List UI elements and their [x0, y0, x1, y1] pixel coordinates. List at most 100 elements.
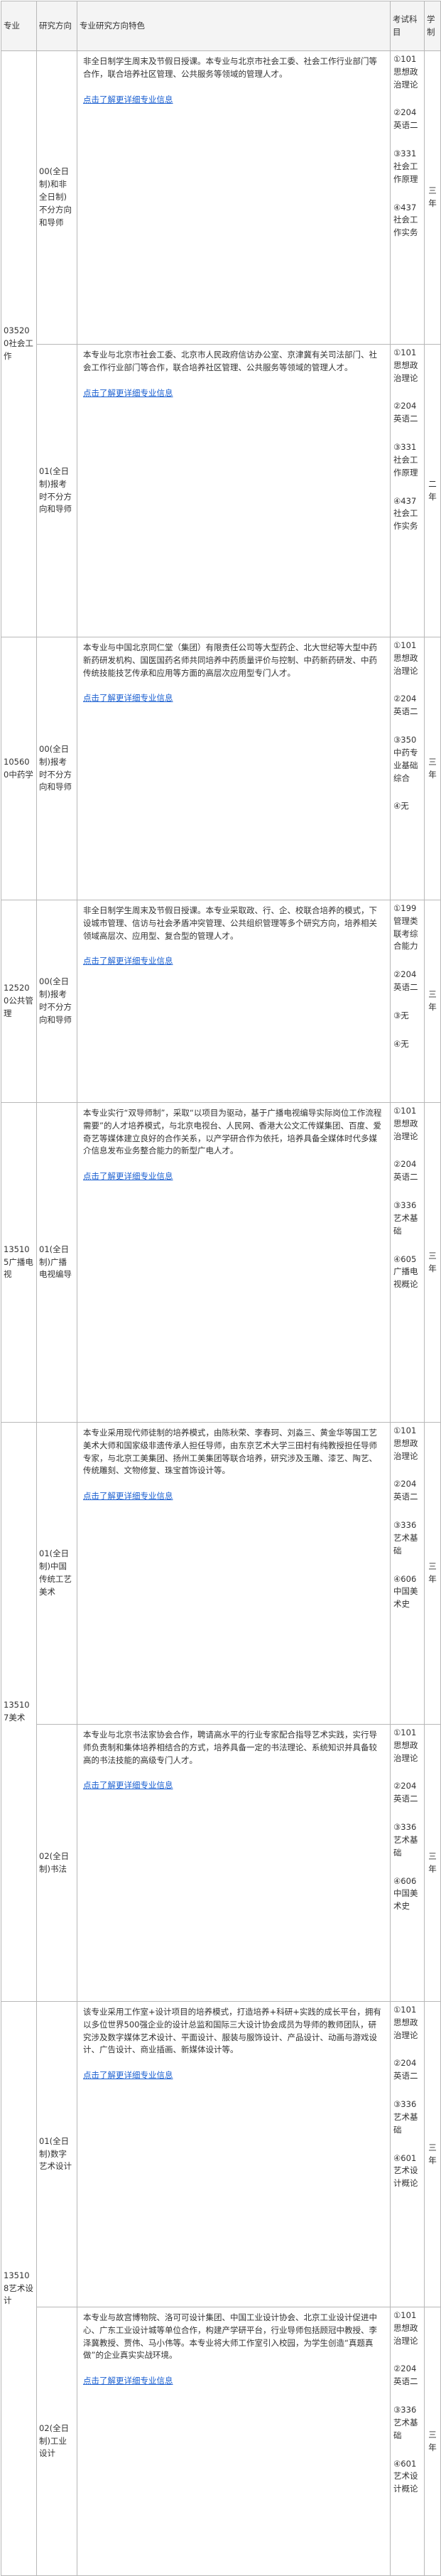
table-row: 135108艺术设计 01(全日制)数字艺术设计 该专业采用工作室+设计项目的培… [1, 2001, 441, 2576]
more-info-link[interactable]: 点击了解更详细专业信息 [83, 1780, 173, 1790]
more-info-link[interactable]: 点击了解更详细专业信息 [83, 2070, 173, 2080]
subjects-cell: ①101思想政治理论 ②204英语二 ③331社会工作原理 ④437社会工作实务 [390, 50, 425, 345]
subject-item: ③331社会工作原理 [393, 149, 418, 184]
header-major: 专业 [1, 1, 37, 51]
table-row: 035200社会工作 00(全日制)和非全日制)不分方向和导师 非全日制学生周末… [1, 50, 441, 637]
subject-item: ④437社会工作实务 [393, 495, 418, 532]
subject-item: ③336艺术基础 [393, 2405, 418, 2440]
features-text: 本专业实行“双导师制”，采取“以项目为驱动，基于广播电视编导实际岗位工作流程需要… [83, 1108, 382, 1156]
direction-cell: 01(全日制)数字艺术设计 [36, 2001, 77, 2307]
subject-item: ①101思想政治理论 [393, 640, 418, 676]
subject-item: ④437社会工作实务 [393, 202, 418, 238]
features-cell: 本专业采用现代师徒制的培养模式，由陈秋荣、李春珂、刘淼三、黄金华等国工艺美术大师… [77, 1422, 391, 1725]
subject-item: ②204英语二 [393, 1781, 418, 1804]
direction-cell: 01(全日制)中国传统工艺美术 [36, 1422, 77, 1725]
features-text: 非全日制学生周末及节假日授课。本专业采取政、行、企、校联合培养的模式，下设城市管… [83, 905, 377, 941]
more-info-link[interactable]: 点击了解更详细专业信息 [83, 956, 173, 966]
subject-item: ③336艺术基础 [393, 1200, 418, 1236]
duration-cell: 三年 [424, 900, 441, 1103]
features-cell: 非全日制学生周末及节假日授课。本专业与北京市社会工委、社会工作行业部门等合作，联… [77, 50, 391, 345]
major-cell: 135108艺术设计 [1, 2001, 37, 2576]
subject-item: ②204英语二 [393, 969, 418, 993]
more-info-link[interactable]: 点击了解更详细专业信息 [83, 388, 173, 398]
duration-cell: 三年 [424, 50, 441, 345]
subject-item: ①101思想政治理论 [393, 2310, 418, 2346]
subjects-cell: ①101思想政治理论 ②204英语二 ③336艺术基础 ④605广播电视概论 [390, 1102, 425, 1423]
major-cell: 105600中药学 [1, 637, 37, 900]
program-table: 专业 研究方向 专业研究方向特色 考试科目 学制 035200社会工作 00(全… [1, 1, 441, 2576]
major-cell: 135105广播电视 [1, 1102, 37, 1423]
table-row: 02(全日制)书法 本专业与北京书法家协会合作，聘请高水平的行业专家配合指导艺术… [1, 1724, 441, 2002]
header-subjects: 考试科目 [390, 1, 425, 51]
duration-cell: 三年 [424, 1422, 441, 1725]
subjects-cell: ①101思想政治理论 ②204英语二 ③331社会工作原理 ④437社会工作实务 [390, 344, 425, 637]
features-cell: 本专业与北京市社会工委、北京市人民政府信访办公室、京津冀有关司法部门、社会工作行… [77, 344, 391, 637]
subjects-cell: ①101思想政治理论 ②204英语二 ③336艺术基础 ④601艺术设计概论 [390, 2307, 425, 2576]
subject-item: ②204英语二 [393, 694, 418, 717]
more-info-link[interactable]: 点击了解更详细专业信息 [83, 2376, 173, 2386]
duration-cell: 二年 [424, 344, 441, 637]
subjects-cell: ①101思想政治理论 ②204英语二 ③336艺术基础 ④606中国美术史 [390, 1422, 425, 1725]
subject-item: ②204英语二 [393, 1479, 418, 1502]
subject-item: ②204英语二 [393, 1159, 418, 1182]
subject-item: ②204英语二 [393, 401, 418, 424]
subject-item: ①199管理类联考综合能力 [393, 903, 418, 952]
subjects-cell: ①101思想政治理论 ②204英语二 ③336艺术基础 ④601艺术设计概论 [390, 2001, 425, 2307]
features-text: 本专业与故宫博物院、洛可可设计集团、中国工业设计协会、北京工业设计促进中心、广东… [83, 2312, 377, 2361]
subject-item: ③336艺术基础 [393, 1520, 418, 1556]
duration-cell: 三年 [424, 2307, 441, 2576]
features-cell: 本专业与北京书法家协会合作，聘请高水平的行业专家配合指导艺术实践，实行导师负责制… [77, 1724, 391, 2002]
subject-item: ④601艺术设计概论 [393, 2458, 418, 2494]
more-info-link[interactable]: 点击了解更详细专业信息 [83, 693, 173, 703]
header-duration: 学制 [424, 1, 441, 51]
table-row: 02(全日制)工业设计 本专业与故宫博物院、洛可可设计集团、中国工业设计协会、北… [1, 2307, 441, 2576]
subjects-cell: ①101思想政治理论 ②204英语二 ③350中药专业基础综合 ④无 [390, 637, 425, 900]
features-cell: 该专业采用工作室+设计项目的培养模式，打造培养+科研+实践的成长平台，拥有以多位… [77, 2001, 391, 2307]
duration-cell: 三年 [424, 1102, 441, 1423]
table-header-row: 专业 研究方向 专业研究方向特色 考试科目 学制 [1, 1, 441, 51]
features-cell: 本专业与中国北京同仁堂（集团）有限责任公司等大型药企、北大世纪等大型中药新药研发… [77, 637, 391, 900]
duration-cell: 三年 [424, 637, 441, 900]
subject-item: ②204英语二 [393, 2058, 418, 2081]
subject-item: ③无 [393, 1010, 409, 1020]
table-row: 135105广播电视 01(全日制)广播电视编导 本专业实行“双导师制”，采取“… [1, 1102, 441, 1423]
subjects-cell: ①101思想政治理论 ②204英语二 ③336艺术基础 ④606中国美术史 [390, 1724, 425, 2002]
table-row: 135107美术 01(全日制)中国传统工艺美术 本专业采用现代师徒制的培养模式… [1, 1422, 441, 2002]
more-info-link[interactable]: 点击了解更详细专业信息 [83, 95, 173, 104]
subject-item: ④无 [393, 801, 409, 812]
subject-item: ③331社会工作原理 [393, 442, 418, 478]
features-text: 本专业与北京市社会工委、北京市人民政府信访办公室、京津冀有关司法部门、社会工作行… [83, 350, 377, 372]
subject-item: ①101思想政治理论 [393, 347, 418, 383]
subject-item: ③336艺术基础 [393, 1822, 418, 1858]
more-info-link[interactable]: 点击了解更详细专业信息 [83, 1491, 173, 1501]
features-cell: 非全日制学生周末及节假日授课。本专业采取政、行、企、校联合培养的模式，下设城市管… [77, 900, 391, 1103]
header-features: 专业研究方向特色 [77, 1, 391, 51]
features-cell: 本专业与故宫博物院、洛可可设计集团、中国工业设计协会、北京工业设计促进中心、广东… [77, 2307, 391, 2576]
subject-item: ②204英语二 [393, 107, 418, 131]
subject-item: ③350中药专业基础综合 [393, 735, 418, 783]
major-cell: 035200社会工作 [1, 50, 37, 637]
direction-cell: 00(全日制)报考时不分方向和导师 [36, 900, 77, 1103]
subjects-cell: ①199管理类联考综合能力 ②204英语二 ③无 ④无 [390, 900, 425, 1103]
features-text: 本专业采用现代师徒制的培养模式，由陈秋荣、李春珂、刘淼三、黄金华等国工艺美术大师… [83, 1428, 377, 1476]
direction-cell: 00(全日制)和非全日制)不分方向和导师 [36, 50, 77, 345]
duration-cell: 三年 [424, 2001, 441, 2307]
direction-cell: 01(全日制)广播电视编导 [36, 1102, 77, 1423]
header-direction: 研究方向 [36, 1, 77, 51]
more-info-link[interactable]: 点击了解更详细专业信息 [83, 1171, 173, 1181]
subject-item: ④601艺术设计概论 [393, 2152, 418, 2189]
features-text: 该专业采用工作室+设计项目的培养模式，打造培养+科研+实践的成长平台，拥有以多位… [83, 2007, 381, 2055]
subject-item: ④无 [393, 1038, 409, 1049]
direction-cell: 01(全日制)报考时不分方向和导师 [36, 344, 77, 637]
features-text: 本专业与北京书法家协会合作，聘请高水平的行业专家配合指导艺术实践，实行导师负责制… [83, 1730, 377, 1765]
subject-item: ②204英语二 [393, 2364, 418, 2387]
subject-item: ①101思想政治理论 [393, 1426, 418, 1461]
duration-cell: 三年 [424, 1724, 441, 2002]
features-text: 本专业与中国北京同仁堂（集团）有限责任公司等大型药企、北大世纪等大型中药新药研发… [83, 642, 377, 678]
features-cell: 本专业实行“双导师制”，采取“以项目为驱动，基于广播电视编导实际岗位工作流程需要… [77, 1102, 391, 1423]
major-cell: 125200公共管理 [1, 900, 37, 1103]
direction-cell: 02(全日制)书法 [36, 1724, 77, 2002]
subject-item: ①101思想政治理论 [393, 54, 418, 90]
direction-cell: 02(全日制)工业设计 [36, 2307, 77, 2576]
major-cell: 135107美术 [1, 1422, 37, 2002]
